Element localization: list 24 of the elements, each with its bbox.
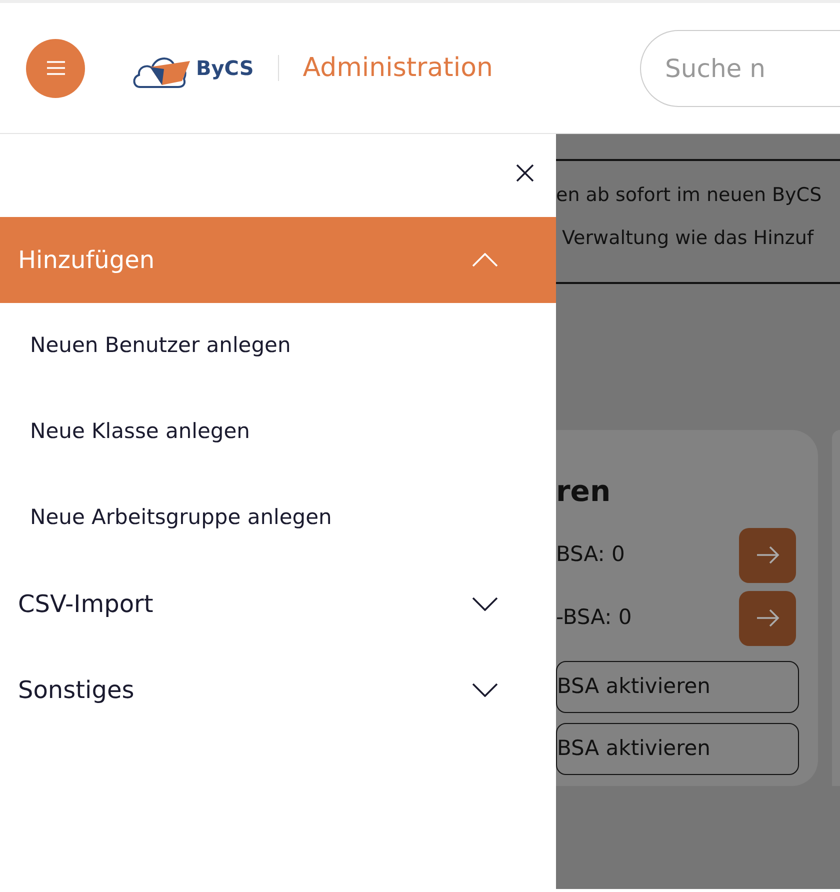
chevron-down-icon [472, 597, 498, 611]
menu-item[interactable]: Neue Klasse anlegen [0, 389, 556, 475]
menu-item[interactable]: Neuen Benutzer anlegen [0, 303, 556, 389]
section-header[interactable]: CSV-Import [0, 561, 556, 647]
arrow-right-icon [756, 609, 780, 627]
close-button[interactable] [516, 164, 534, 182]
chevron-down-icon [472, 683, 498, 697]
arrow-button[interactable] [739, 528, 796, 582]
search-field[interactable]: Suche n [640, 30, 840, 106]
chevron-up-icon [472, 253, 498, 267]
notice-text: en ab sofort im neuen ByCS [556, 183, 823, 208]
activate-button[interactable]: BSA aktivieren [556, 722, 799, 774]
card-title: ren [556, 473, 612, 510]
arrow-button[interactable] [739, 590, 796, 646]
section-header[interactable]: Sonstiges [0, 647, 556, 733]
count-label: BSA: 0 [556, 541, 625, 568]
activate-button[interactable]: BSA aktivieren [556, 660, 799, 712]
menu-item[interactable]: Neue Arbeitsgruppe anlegen [0, 475, 556, 561]
app-title: Administration [302, 52, 493, 84]
menu-icon [46, 60, 66, 76]
notice-text: Verwaltung wie das Hinzuf [561, 226, 815, 250]
count-label: -BSA: 0 [556, 604, 632, 632]
logo-text: ByCS [196, 55, 254, 82]
arrow-right-icon [756, 546, 780, 564]
